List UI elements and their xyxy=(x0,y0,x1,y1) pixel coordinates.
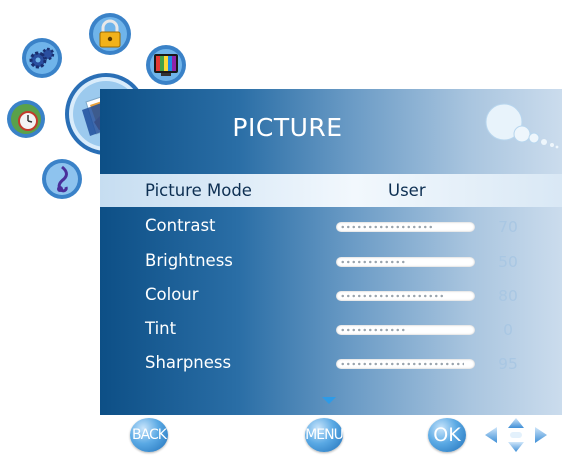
colour-level xyxy=(340,294,445,298)
brightness-value: 50 xyxy=(498,253,518,271)
tint-label: Tint xyxy=(145,319,177,338)
sharpness-slider[interactable] xyxy=(336,359,475,369)
sharpness-level xyxy=(340,362,464,366)
bubbles-icon xyxy=(482,98,560,158)
contrast-level xyxy=(340,225,432,229)
tv-icon[interactable] xyxy=(145,44,187,86)
brightness-label: Brightness xyxy=(145,251,233,270)
tint-level xyxy=(340,328,406,332)
sharpness-value: 95 xyxy=(498,355,518,373)
tint-value: 0 xyxy=(503,321,513,339)
contrast-slider[interactable] xyxy=(336,222,475,232)
ok-button[interactable]: OK xyxy=(428,418,466,452)
colour-value: 80 xyxy=(498,287,518,305)
colour-label: Colour xyxy=(145,285,199,304)
menu-button[interactable]: MENU xyxy=(305,418,344,452)
lock-icon[interactable] xyxy=(88,12,132,56)
menu-title: PICTURE xyxy=(232,113,343,142)
tint-slider[interactable] xyxy=(336,325,475,335)
brightness-level xyxy=(340,260,406,264)
scroll-down-icon[interactable] xyxy=(322,397,336,404)
dpad-arrows-icon[interactable] xyxy=(481,416,551,454)
music-note-icon[interactable] xyxy=(41,158,83,200)
brightness-slider[interactable] xyxy=(336,257,475,267)
sharpness-label: Sharpness xyxy=(145,353,232,372)
gear-icon[interactable] xyxy=(21,37,63,79)
contrast-value: 70 xyxy=(498,218,518,236)
picture-mode-label: Picture Mode xyxy=(145,181,252,200)
colour-slider[interactable] xyxy=(336,291,475,301)
contrast-label: Contrast xyxy=(145,216,216,235)
picture-mode-value[interactable]: User xyxy=(388,181,426,200)
clock-icon[interactable] xyxy=(6,99,46,139)
back-button[interactable]: BACK xyxy=(130,418,168,452)
